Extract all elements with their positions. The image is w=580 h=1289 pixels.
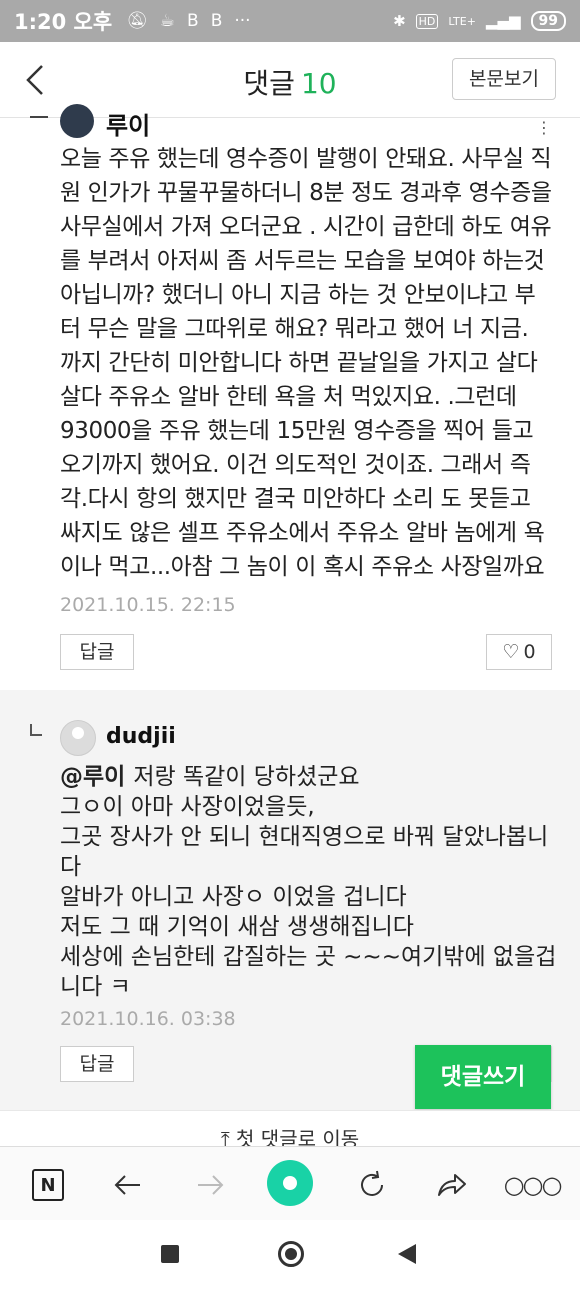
recent-apps-icon[interactable] [161,1245,179,1263]
comment-line: 세상에 손님한테 갑질하는 곳 ~~~여기밖에 없을겁니다 ㅋ [60,944,557,1000]
comment-date: 2021.10.16. 03:38 [60,1008,236,1030]
back-icon[interactable] [398,1244,416,1264]
heart-icon: ♡ [502,641,520,663]
mention-tag[interactable]: @루이 [60,764,125,790]
refresh-button[interactable] [352,1165,392,1205]
avatar[interactable] [60,104,94,138]
go-to-first-comment-link[interactable]: ⤒ 첫 댓글로 이동 [0,1110,580,1146]
browser-forward-button[interactable] [190,1165,230,1205]
naver-home-icon: N [32,1169,64,1201]
comment-line: 그ㅇ이 아마 사장이었을듯, [60,794,315,820]
comment-author[interactable]: dudjii [106,724,176,749]
comment-text: 오늘 주유 했는데 영수증이 발행이 안돼요. 사무실 직원 인가가 꾸물꾸물하… [60,146,552,580]
like-button[interactable]: ♡ 0 [486,634,552,670]
comment-line: @루이 저랑 똑같이 당하셨군요 [60,764,360,790]
more-options-icon[interactable]: ⋮ [536,118,552,137]
green-dot-icon[interactable] [267,1160,313,1206]
first-comment-label: 첫 댓글로 이동 [236,1127,360,1146]
b-app-icon: B [210,11,223,31]
b-app-icon: B [187,11,199,31]
signal-icon: ▂▄▆ [485,12,521,30]
reply-indicator [30,116,48,118]
status-time: 1:20 오후 [14,10,113,34]
more-icon[interactable]: ○○○ [504,1165,563,1205]
home-icon[interactable] [278,1241,304,1267]
comment-author[interactable]: 루이 [106,106,150,141]
reply-arrow-icon [30,724,42,736]
comment-line: 저도 그 때 기억이 새삼 생생해집니다 [60,914,414,940]
avatar[interactable] [60,720,96,756]
comment-text: @루이 저랑 똑같이 당하셨군요 그ㅇ이 아마 사장이었을듯, 그곳 장사가 안 … [60,762,560,1002]
bluetooth-icon: ✱ [393,12,406,30]
reply-button[interactable]: 답글 [60,634,134,670]
browser-toolbar: N ○○○ [0,1146,580,1220]
status-icons-left: 🔕︎ ☕︎ B B ··· [126,11,250,31]
refresh-icon [361,1170,383,1196]
forward-arrow-icon [198,1175,224,1195]
write-comment-button[interactable]: 댓글쓰기 [415,1045,551,1109]
coffee-icon: ☕︎ [159,11,176,31]
status-bar: 1:20 오후 🔕︎ ☕︎ B B ··· ✱ HD LTE+ ▂▄▆ 99 [0,0,580,42]
view-article-button[interactable]: 본문보기 [452,58,556,100]
naver-home-button[interactable]: N [28,1165,68,1205]
more-status-icon: ··· [234,11,251,31]
system-nav-bar [0,1220,580,1289]
hd-badge: HD [415,13,439,29]
browser-back-button[interactable] [108,1165,148,1205]
mute-icon: 🔕︎ [126,11,148,31]
arrow-up-icon: ⤒ [220,1127,237,1146]
share-button[interactable] [432,1165,472,1205]
title-label: 댓글 [243,67,295,100]
like-count: 0 [523,641,536,663]
comment-line: 그곳 장사가 안 되니 현대직영으로 바꿔 달았나봅니다 [60,824,549,880]
reply-button[interactable]: 답글 [60,1046,134,1082]
back-arrow-icon [114,1175,140,1195]
page: 1:20 오후 🔕︎ ☕︎ B B ··· ✱ HD LTE+ ▂▄▆ 99 댓… [0,0,580,1289]
comment-line: 알바가 아니고 사장ㅇ 이었을 겁니다 [60,884,407,910]
share-icon [438,1174,466,1196]
comment-item: 루이 ⋮ 오늘 주유 했는데 영수증이 발행이 안돼요. 사무실 직원 인가가 … [0,104,580,690]
network-label: LTE+ [448,14,476,28]
comment-count: 10 [300,67,337,100]
status-icons-right: ✱ HD LTE+ ▂▄▆ 99 [393,11,566,31]
battery-indicator: 99 [530,11,566,31]
comment-date: 2021.10.15. 22:15 [60,594,236,616]
